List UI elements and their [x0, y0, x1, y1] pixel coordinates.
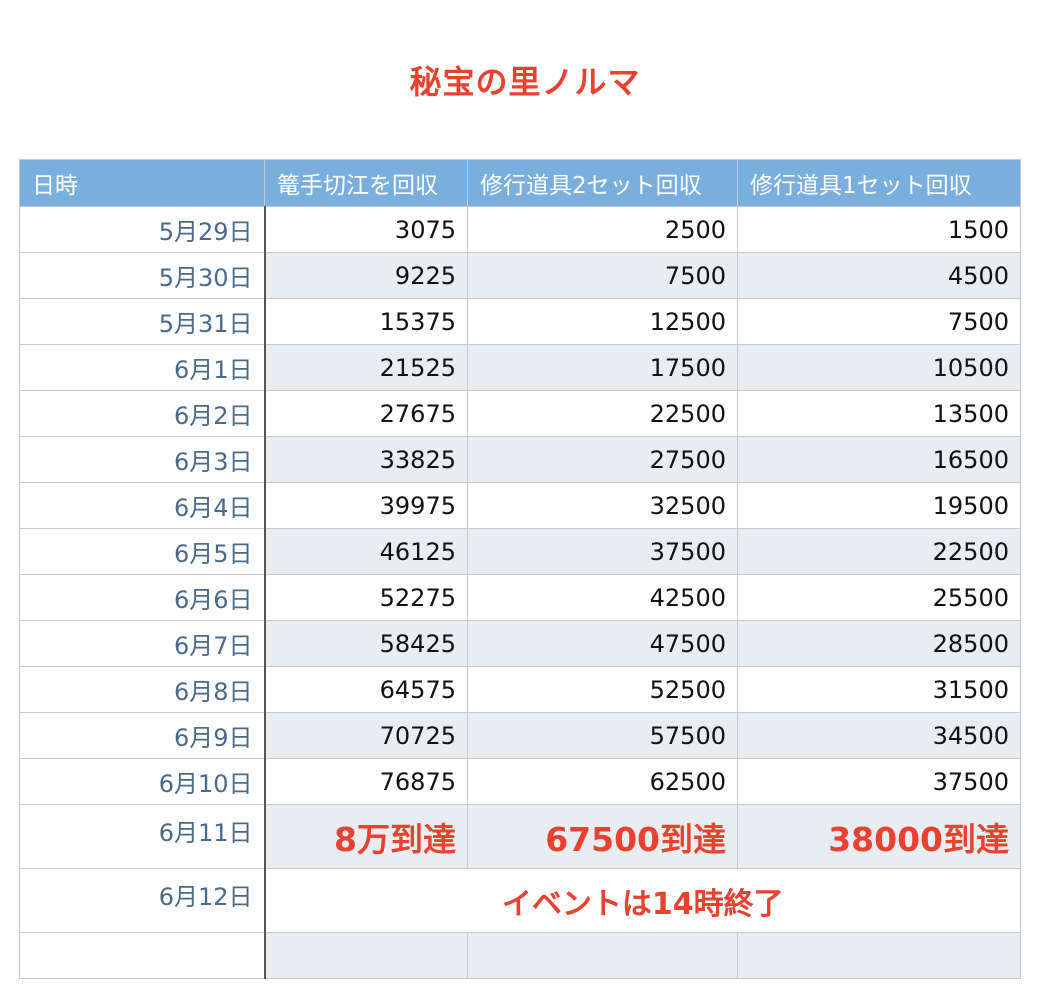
milestone-row: 6月11日 8万到達 67500到達 38000到達 [19, 804, 1021, 869]
table-row: 6月5日 46125 37500 22500 [19, 528, 1021, 575]
table-row: 6月4日 39975 32500 19500 [19, 482, 1021, 529]
table-row: 6月2日 27675 22500 13500 [19, 390, 1021, 437]
table-row: 6月8日 64575 52500 31500 [19, 666, 1021, 713]
date-cell: 6月6日 [19, 574, 266, 621]
value-cell: 19500 [737, 482, 1021, 529]
date-cell: 6月5日 [19, 528, 266, 575]
value-cell: 46125 [264, 528, 468, 575]
value-cell: 25500 [737, 574, 1021, 621]
value-cell: 22500 [467, 390, 738, 437]
header-date: 日時 [19, 159, 265, 207]
page-title: 秘宝の里ノルマ [409, 63, 641, 101]
value-cell: 62500 [467, 758, 738, 805]
milestone-cell-tools-1set: 38000到達 [737, 804, 1021, 869]
value-cell: 52500 [467, 666, 738, 713]
table-row: 6月7日 58425 47500 28500 [19, 620, 1021, 667]
table-row: 5月30日 9225 7500 4500 [19, 252, 1021, 299]
value-cell: 37500 [737, 758, 1021, 805]
table-row: 6月9日 70725 57500 34500 [19, 712, 1021, 759]
date-cell: 6月8日 [19, 666, 266, 713]
event-end-row: 6月12日 イベントは14時終了 [19, 868, 1021, 933]
value-cell [467, 932, 738, 979]
value-cell: 33825 [264, 436, 468, 483]
value-cell: 64575 [264, 666, 468, 713]
date-cell: 6月12日 [19, 868, 266, 933]
date-cell: 6月11日 [19, 804, 266, 869]
value-cell: 16500 [737, 436, 1021, 483]
value-cell: 22500 [737, 528, 1021, 575]
table-row: 5月31日 15375 12500 7500 [19, 298, 1021, 345]
value-cell: 7500 [467, 252, 738, 299]
value-cell: 12500 [467, 298, 738, 345]
value-cell: 42500 [467, 574, 738, 621]
milestone-cell-kotegiri: 8万到達 [264, 804, 468, 869]
value-cell: 17500 [467, 344, 738, 391]
value-cell: 32500 [467, 482, 738, 529]
date-cell: 6月1日 [19, 344, 266, 391]
value-cell: 70725 [264, 712, 468, 759]
value-cell: 13500 [737, 390, 1021, 437]
value-cell: 9225 [264, 252, 468, 299]
value-cell: 58425 [264, 620, 468, 667]
date-cell: 6月4日 [19, 482, 266, 529]
value-cell: 39975 [264, 482, 468, 529]
event-end-notice: イベントは14時終了 [264, 868, 1021, 933]
date-cell: 6月9日 [19, 712, 266, 759]
value-cell: 34500 [737, 712, 1021, 759]
table-header-row: 日時 篭手切江を回収 修行道具2セット回収 修行道具1セット回収 [19, 159, 1021, 207]
value-cell [264, 932, 468, 979]
value-cell: 1500 [737, 206, 1021, 253]
table-row: 6月3日 33825 27500 16500 [19, 436, 1021, 483]
date-cell: 5月31日 [19, 298, 266, 345]
value-cell: 31500 [737, 666, 1021, 713]
value-cell [737, 932, 1021, 979]
header-tools-1set: 修行道具1セット回収 [737, 159, 1021, 207]
date-cell: 6月7日 [19, 620, 266, 667]
table-row: 5月29日 3075 2500 1500 [19, 206, 1021, 253]
value-cell: 3075 [264, 206, 468, 253]
milestone-cell-tools-2set: 67500到達 [467, 804, 738, 869]
value-cell: 28500 [737, 620, 1021, 667]
value-cell: 27675 [264, 390, 468, 437]
value-cell: 15375 [264, 298, 468, 345]
date-cell: 6月2日 [19, 390, 266, 437]
table-row: 6月1日 21525 17500 10500 [19, 344, 1021, 391]
date-cell: 5月30日 [19, 252, 266, 299]
date-cell: 6月3日 [19, 436, 266, 483]
value-cell: 27500 [467, 436, 738, 483]
table-row: 6月6日 52275 42500 25500 [19, 574, 1021, 621]
value-cell: 47500 [467, 620, 738, 667]
value-cell: 7500 [737, 298, 1021, 345]
value-cell: 10500 [737, 344, 1021, 391]
date-cell [19, 932, 266, 979]
table-row: 6月10日 76875 62500 37500 [19, 758, 1021, 805]
value-cell: 21525 [264, 344, 468, 391]
quota-table: 日時 篭手切江を回収 修行道具2セット回収 修行道具1セット回収 5月29日 3… [19, 159, 1021, 979]
date-cell: 6月10日 [19, 758, 266, 805]
value-cell: 37500 [467, 528, 738, 575]
header-tools-2set: 修行道具2セット回収 [467, 159, 738, 207]
header-kotegiri: 篭手切江を回収 [264, 159, 468, 207]
value-cell: 52275 [264, 574, 468, 621]
value-cell: 4500 [737, 252, 1021, 299]
empty-row [19, 932, 1021, 979]
value-cell: 76875 [264, 758, 468, 805]
date-cell: 5月29日 [19, 206, 266, 253]
value-cell: 2500 [467, 206, 738, 253]
value-cell: 57500 [467, 712, 738, 759]
